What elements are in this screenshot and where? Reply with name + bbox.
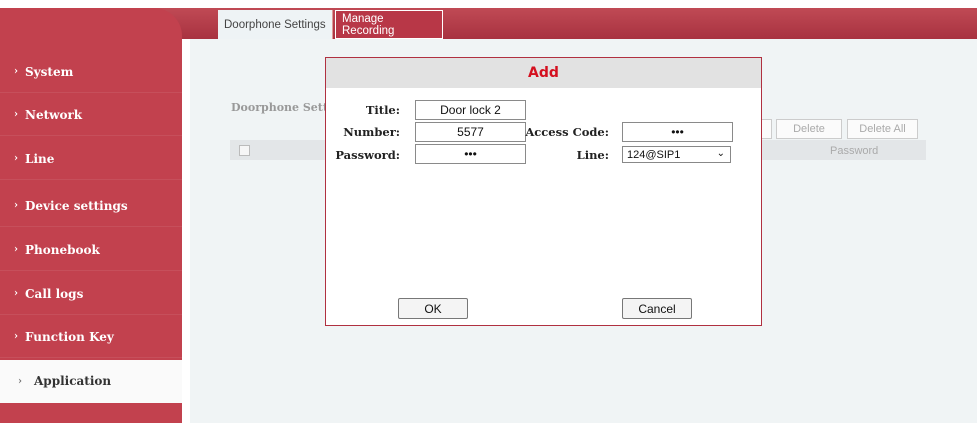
sidebar-item-label: System xyxy=(25,64,74,79)
title-input[interactable]: Door lock 2 xyxy=(415,100,526,120)
sidebar-item-system[interactable]: › System xyxy=(0,51,182,93)
line-select-value: 124@SIP1 xyxy=(627,148,681,161)
delete-button[interactable]: Delete xyxy=(776,119,842,139)
chevron-right-icon: › xyxy=(14,288,18,299)
title-label: Title: xyxy=(365,103,400,117)
sidebar-item-call-logs[interactable]: › Call logs xyxy=(0,273,182,315)
chevron-right-icon: › xyxy=(14,153,18,164)
tab-manage-recording[interactable]: Manage Recording xyxy=(335,10,443,39)
sidebar-item-phonebook[interactable]: › Phonebook xyxy=(0,229,182,271)
sidebar-item-label: Line xyxy=(25,151,55,166)
select-all-checkbox[interactable] xyxy=(239,145,250,156)
line-select[interactable]: 124@SIP1 ⌄ xyxy=(622,146,731,163)
sidebar-item-label: Call logs xyxy=(25,286,84,301)
access-code-label: Access Code: xyxy=(525,125,609,139)
number-input[interactable]: 5577 xyxy=(415,122,526,142)
chevron-right-icon: › xyxy=(14,109,18,120)
access-code-input[interactable]: ••• xyxy=(622,122,733,142)
chevron-right-icon: › xyxy=(18,375,22,387)
number-label: Number: xyxy=(343,125,400,139)
add-dialog: Add Title: Door lock 2 Number: 5577 Acce… xyxy=(325,57,762,326)
sidebar-item-device-settings[interactable]: › Device settings xyxy=(0,185,182,227)
chevron-right-icon: › xyxy=(14,331,18,342)
sidebar-item-network[interactable]: › Network xyxy=(0,94,182,136)
column-header-password: Password xyxy=(830,145,879,157)
delete-all-button[interactable]: Delete All xyxy=(847,119,918,139)
sidebar-item-label: Phonebook xyxy=(25,242,100,257)
ok-button[interactable]: OK xyxy=(398,298,468,319)
dialog-title: Add xyxy=(326,58,761,88)
section-title: Doorphone Setti xyxy=(231,101,333,114)
password-input[interactable]: ••• xyxy=(415,144,526,164)
sidebar-item-function-key[interactable]: › Function Key xyxy=(0,316,182,358)
cancel-button[interactable]: Cancel xyxy=(622,298,692,319)
sidebar-item-application[interactable]: › Application xyxy=(0,360,182,403)
chevron-down-icon: ⌄ xyxy=(716,148,725,159)
sidebar-item-label: Network xyxy=(25,107,83,122)
chevron-right-icon: › xyxy=(14,244,18,255)
sidebar-item-line[interactable]: › Line xyxy=(0,138,182,180)
sidebar-item-label: Application xyxy=(34,374,112,388)
chevron-right-icon: › xyxy=(14,66,18,77)
line-label: Line: xyxy=(576,148,609,162)
chevron-right-icon: › xyxy=(14,200,18,211)
password-label: Password: xyxy=(335,148,400,162)
sidebar-item-label: Device settings xyxy=(25,198,128,213)
sidebar-item-label: Function Key xyxy=(25,329,114,344)
tab-doorphone-settings[interactable]: Doorphone Settings xyxy=(218,10,333,39)
